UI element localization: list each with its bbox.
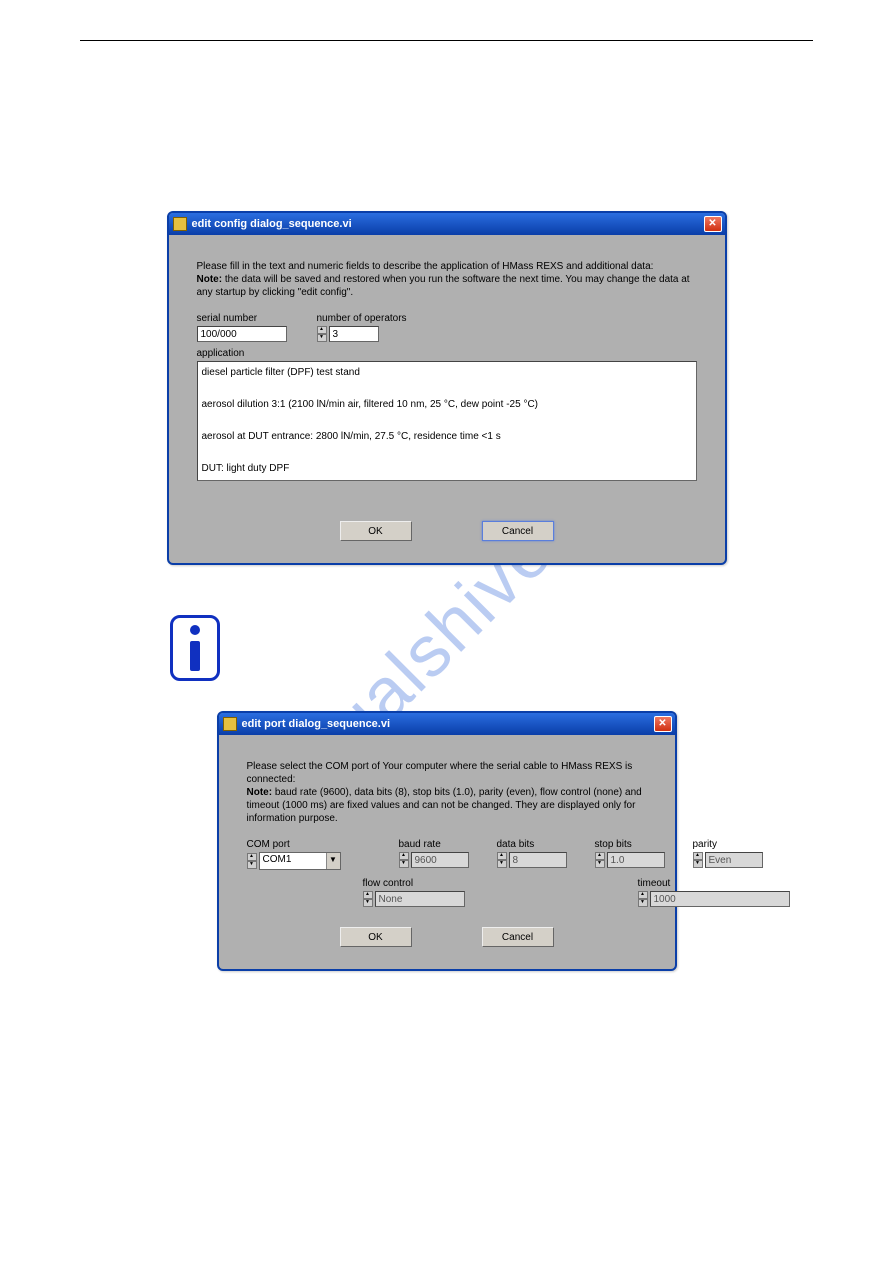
close-icon[interactable]: ✕	[654, 716, 672, 732]
ok-button[interactable]: OK	[340, 521, 412, 541]
stopbits-spinner: ▲▼	[595, 852, 605, 868]
labview-icon	[223, 717, 237, 731]
note-label: Note:	[247, 787, 273, 798]
edit-config-dialog: edit config dialog_sequence.vi ✕ Please …	[167, 211, 727, 565]
instruction-line1: Please select the COM port of Your compu…	[247, 761, 633, 785]
com-port-dropdown[interactable]: COM1 ▼	[259, 852, 341, 870]
application-label: application	[197, 348, 697, 359]
chevron-down-icon[interactable]: ▼	[326, 853, 340, 869]
page-top-rule	[80, 40, 813, 41]
parity-label: parity	[693, 839, 763, 850]
cancel-button[interactable]: Cancel	[482, 927, 554, 947]
instruction-text: Please fill in the text and numeric fiel…	[197, 260, 697, 299]
databits-spinner: ▲▼	[497, 852, 507, 868]
instruction-text: Please select the COM port of Your compu…	[247, 760, 647, 825]
number-of-operators-label: number of operators	[317, 313, 407, 324]
spinner-up-icon[interactable]: ▲	[317, 326, 327, 334]
com-port-value: COM1	[260, 853, 326, 869]
information-icon	[170, 615, 220, 681]
baud-rate-label: baud rate	[399, 839, 469, 850]
serial-number-label: serial number	[197, 313, 287, 324]
com-port-label: COM port	[247, 839, 341, 850]
stop-bits-input	[607, 852, 665, 868]
parity-spinner: ▲▼	[693, 852, 703, 868]
dialog-title: edit config dialog_sequence.vi	[192, 218, 704, 230]
dialog-titlebar: edit port dialog_sequence.vi ✕	[219, 713, 675, 735]
baud-spinner: ▲▼	[399, 852, 409, 868]
flow-spinner: ▲▼	[363, 891, 373, 907]
note-label: Note:	[197, 274, 223, 285]
dialog-body: Please select the COM port of Your compu…	[219, 735, 675, 969]
timeout-input	[650, 891, 790, 907]
number-of-operators-input[interactable]	[329, 326, 379, 342]
operators-spinner[interactable]: ▲ ▼	[317, 326, 327, 342]
application-textarea[interactable]	[197, 361, 697, 481]
note-text: baud rate (9600), data bits (8), stop bi…	[247, 787, 642, 824]
dialog-title: edit port dialog_sequence.vi	[242, 718, 654, 730]
serial-number-input[interactable]	[197, 326, 287, 342]
close-icon[interactable]: ✕	[704, 216, 722, 232]
ok-button[interactable]: OK	[340, 927, 412, 947]
flow-control-input	[375, 891, 465, 907]
data-bits-label: data bits	[497, 839, 567, 850]
com-port-spinner[interactable]: ▲ ▼	[247, 853, 257, 869]
timeout-label: timeout	[638, 878, 790, 889]
note-text: the data will be saved and restored when…	[197, 274, 690, 298]
baud-rate-input	[411, 852, 469, 868]
data-bits-input	[509, 852, 567, 868]
dialog-titlebar: edit config dialog_sequence.vi ✕	[169, 213, 725, 235]
flow-control-label: flow control	[363, 878, 465, 889]
spinner-down-icon[interactable]: ▼	[247, 861, 257, 869]
spinner-up-icon[interactable]: ▲	[247, 853, 257, 861]
timeout-spinner: ▲▼	[638, 891, 648, 907]
stop-bits-label: stop bits	[595, 839, 665, 850]
document-page: manualshive.com edit config dialog_seque…	[0, 0, 893, 1263]
labview-icon	[173, 217, 187, 231]
instruction-line1: Please fill in the text and numeric fiel…	[197, 261, 654, 272]
cancel-button[interactable]: Cancel	[482, 521, 554, 541]
edit-port-dialog: edit port dialog_sequence.vi ✕ Please se…	[217, 711, 677, 971]
parity-input	[705, 852, 763, 868]
dialog-body: Please fill in the text and numeric fiel…	[169, 235, 725, 563]
spinner-down-icon[interactable]: ▼	[317, 334, 327, 342]
